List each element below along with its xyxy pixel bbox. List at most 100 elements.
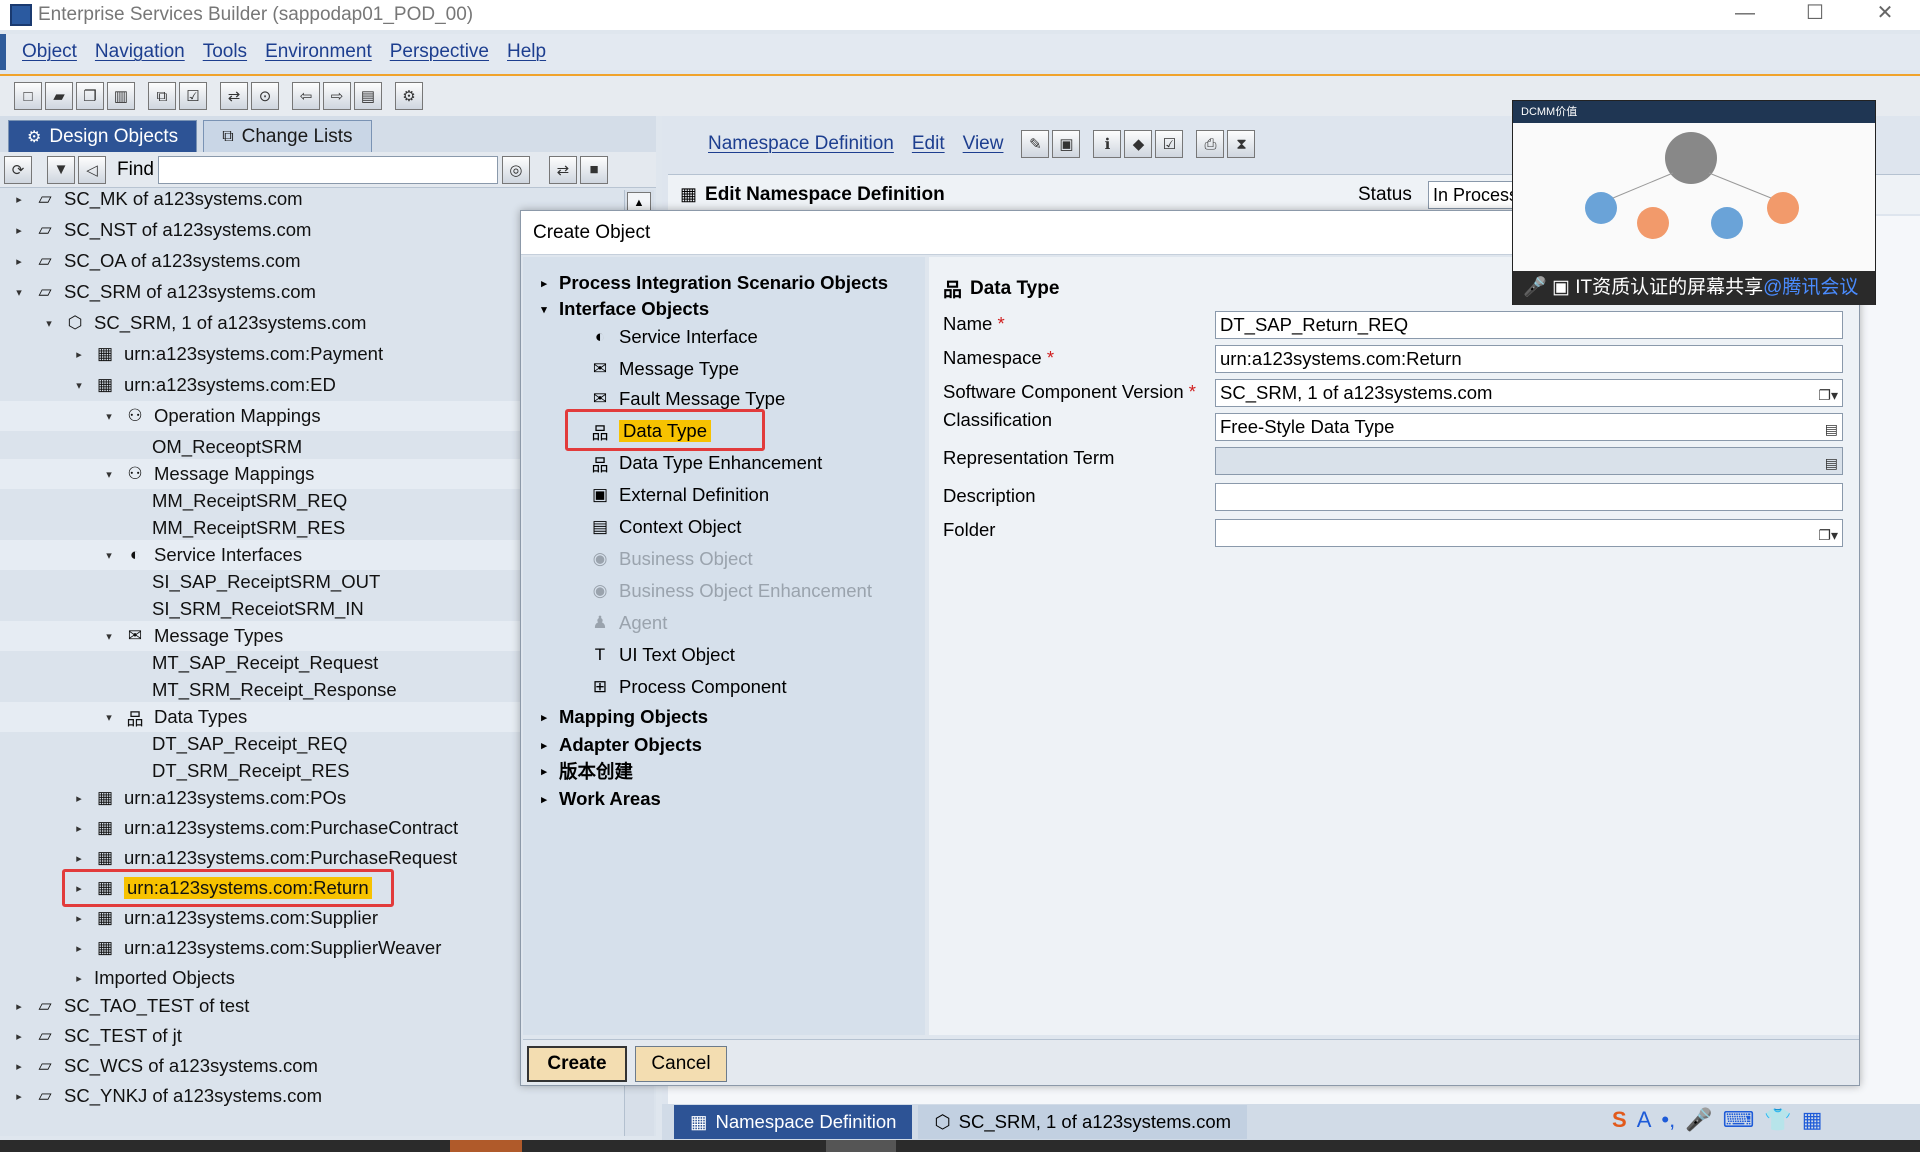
object-type-item[interactable]: 品 Data Type Enhancement bbox=[523, 449, 823, 477]
find-back-icon[interactable]: ◁ bbox=[78, 155, 106, 184]
expand-arrow-icon[interactable]: ▸ bbox=[537, 739, 551, 752]
tab-namespace-definition[interactable]: ▦ Namespace Definition bbox=[674, 1105, 913, 1139]
filter-icon[interactable]: ▼ bbox=[47, 155, 75, 184]
maximize-button[interactable]: ☐ bbox=[1780, 0, 1850, 30]
cancel-button[interactable]: Cancel bbox=[635, 1046, 727, 1082]
collapse-arrow-icon[interactable]: ▾ bbox=[102, 630, 116, 643]
expand-arrow-icon[interactable]: ▸ bbox=[72, 942, 86, 955]
edit-icon[interactable]: ✎ bbox=[1021, 130, 1050, 158]
collapse-arrow-icon[interactable]: ▾ bbox=[537, 303, 551, 316]
grid-icon[interactable]: ▦ bbox=[1802, 1107, 1823, 1133]
open-icon[interactable]: ▰ bbox=[45, 82, 73, 110]
navigate-icon[interactable]: ⇄ bbox=[220, 82, 248, 110]
description-field[interactable] bbox=[1215, 483, 1843, 511]
expand-arrow-icon[interactable]: ▸ bbox=[72, 972, 86, 985]
expand-arrow-icon[interactable]: ▸ bbox=[12, 1090, 26, 1103]
menu-namespace-definition[interactable]: Namespace Definition bbox=[708, 133, 894, 155]
history-icon[interactable]: ⧗ bbox=[1227, 130, 1256, 158]
mic-icon[interactable]: 🎤 bbox=[1523, 277, 1547, 298]
menu-view[interactable]: View bbox=[963, 133, 1004, 155]
tab-change-lists[interactable]: ⧉ Change Lists bbox=[203, 120, 372, 152]
check-object-icon[interactable]: ☑ bbox=[1155, 130, 1184, 158]
collapse-arrow-icon[interactable]: ▾ bbox=[102, 549, 116, 562]
swap-icon[interactable]: ⇄ bbox=[548, 155, 577, 184]
menu-help[interactable]: Help bbox=[507, 41, 546, 63]
menu-tools[interactable]: Tools bbox=[203, 41, 247, 63]
expand-arrow-icon[interactable]: ▸ bbox=[12, 1000, 26, 1013]
object-category[interactable]: ▾ Interface Objects bbox=[523, 295, 709, 323]
namespace-field[interactable]: urn:a123systems.com:Return bbox=[1215, 345, 1843, 373]
expand-arrow-icon[interactable]: ▸ bbox=[12, 1060, 26, 1073]
expand-arrow-icon[interactable]: ▸ bbox=[72, 912, 86, 925]
object-type-item[interactable]: ▤ Context Object bbox=[523, 513, 741, 541]
tab-swcv[interactable]: ⬡ SC_SRM, 1 of a123systems.com bbox=[918, 1105, 1248, 1139]
menu-object[interactable]: Object bbox=[22, 41, 77, 63]
expand-arrow-icon[interactable]: ▸ bbox=[72, 822, 86, 835]
print-icon[interactable]: ⎙ bbox=[1196, 130, 1225, 158]
share-icon[interactable]: ▣ bbox=[1552, 277, 1570, 298]
expand-arrow-icon[interactable]: ▸ bbox=[537, 793, 551, 806]
expand-arrow-icon[interactable]: ▸ bbox=[72, 852, 86, 865]
object-type-item[interactable]: ⊞ Process Component bbox=[523, 673, 787, 701]
object-category[interactable]: ▸ Work Areas bbox=[523, 785, 661, 813]
classification-list-icon[interactable]: ▤ bbox=[1825, 416, 1838, 442]
settings-icon[interactable]: ⚙ bbox=[395, 82, 423, 110]
object-category[interactable]: ▸ Adapter Objects bbox=[523, 731, 702, 759]
object-category[interactable]: ▸ Process Integration Scenario Objects bbox=[523, 269, 888, 297]
where-used-icon[interactable]: ⊙ bbox=[251, 82, 279, 110]
collapse-arrow-icon[interactable]: ▾ bbox=[12, 286, 26, 299]
copy-icon[interactable]: ❐ bbox=[76, 82, 104, 110]
find-input[interactable] bbox=[157, 155, 498, 184]
expand-arrow-icon[interactable]: ▸ bbox=[12, 193, 26, 206]
name-field[interactable]: DT_SAP_Return_REQ bbox=[1215, 311, 1843, 339]
object-type-item[interactable]: ▣ External Definition bbox=[523, 481, 769, 509]
punctuation-icon[interactable]: •, bbox=[1661, 1107, 1675, 1133]
expand-arrow-icon[interactable]: ▸ bbox=[72, 792, 86, 805]
collapse-arrow-icon[interactable]: ▾ bbox=[42, 317, 56, 330]
binoculars-icon[interactable]: ◎ bbox=[501, 155, 530, 184]
folder-field[interactable]: ❐▾ bbox=[1215, 519, 1843, 547]
close-button[interactable]: ✕ bbox=[1850, 0, 1920, 30]
expand-arrow-icon[interactable]: ▸ bbox=[537, 277, 551, 290]
object-type-item[interactable]: ◐ Service Interface bbox=[523, 323, 758, 351]
swcv-field[interactable]: SC_SRM, 1 of a123systems.com ❐▾ bbox=[1215, 379, 1843, 407]
expand-arrow-icon[interactable]: ▸ bbox=[72, 348, 86, 361]
expand-arrow-icon[interactable]: ▸ bbox=[12, 224, 26, 237]
swcv-dropdown-icon[interactable]: ❐▾ bbox=[1818, 382, 1838, 408]
tab-design-objects[interactable]: ⚙ Design Objects bbox=[8, 120, 198, 152]
shirt-icon[interactable]: 👕 bbox=[1764, 1107, 1791, 1133]
meeting-video-overlay[interactable]: DCMM价值 🎤 ▣ IT资质认证的屏幕共享@腾讯会议 bbox=[1512, 100, 1876, 305]
forward-icon[interactable]: ⇨ bbox=[323, 82, 351, 110]
collapse-arrow-icon[interactable]: ▾ bbox=[102, 711, 116, 724]
object-type-item[interactable]: T UI Text Object bbox=[523, 641, 735, 669]
view-icon[interactable]: ▤ bbox=[354, 82, 382, 110]
collapse-arrow-icon[interactable]: ▾ bbox=[102, 410, 116, 423]
keyboard-icon[interactable]: ⌨ bbox=[1723, 1107, 1755, 1133]
expand-arrow-icon[interactable]: ▸ bbox=[12, 255, 26, 268]
check-icon[interactable]: ☑ bbox=[179, 82, 207, 110]
delete-icon[interactable]: ▥ bbox=[107, 82, 135, 110]
back-icon[interactable]: ⇦ bbox=[292, 82, 320, 110]
font-icon[interactable]: A bbox=[1637, 1107, 1652, 1133]
collapse-icon[interactable]: ■ bbox=[579, 155, 608, 184]
new-icon[interactable]: □ bbox=[14, 82, 42, 110]
object-type-item[interactable]: ✉ Message Type bbox=[523, 355, 739, 383]
collapse-arrow-icon[interactable]: ▾ bbox=[72, 379, 86, 392]
duplicate-icon[interactable]: ⧉ bbox=[148, 82, 176, 110]
menu-navigation[interactable]: Navigation bbox=[95, 41, 185, 63]
expand-arrow-icon[interactable]: ▸ bbox=[537, 711, 551, 724]
microphone-icon[interactable]: 🎤 bbox=[1685, 1107, 1712, 1133]
expand-arrow-icon[interactable]: ▸ bbox=[12, 1030, 26, 1043]
representation-term-field[interactable]: ▤ bbox=[1215, 447, 1843, 475]
menu-environment[interactable]: Environment bbox=[265, 41, 372, 63]
representation-term-list-icon[interactable]: ▤ bbox=[1825, 450, 1838, 476]
object-category[interactable]: ▸ 版本创建 bbox=[523, 757, 633, 785]
menu-edit[interactable]: Edit bbox=[912, 133, 945, 155]
save-icon[interactable]: ▣ bbox=[1052, 130, 1081, 158]
object-category[interactable]: ▸ Mapping Objects bbox=[523, 703, 708, 731]
input-method-icon[interactable]: S bbox=[1612, 1107, 1627, 1133]
menu-perspective[interactable]: Perspective bbox=[390, 41, 489, 63]
activate-icon[interactable]: ◆ bbox=[1124, 130, 1153, 158]
sync-icon[interactable]: ⟳ bbox=[4, 155, 32, 184]
minimize-button[interactable]: — bbox=[1710, 0, 1780, 30]
